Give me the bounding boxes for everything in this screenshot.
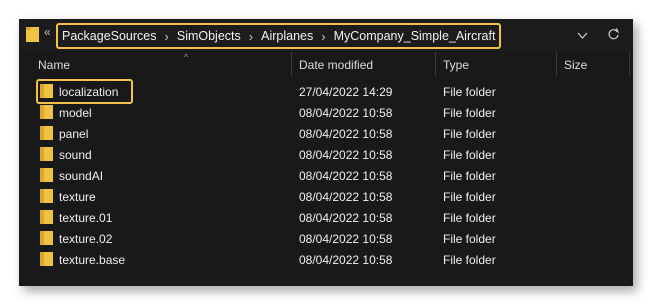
folder-icon bbox=[40, 210, 53, 224]
file-date-modified: 27/04/2022 14:29 bbox=[299, 85, 393, 99]
column-header-type[interactable]: Type bbox=[443, 58, 469, 72]
column-header-name[interactable]: Name bbox=[38, 58, 70, 72]
refresh-icon[interactable] bbox=[607, 28, 620, 41]
folder-icon bbox=[40, 231, 53, 245]
file-date-modified: 08/04/2022 10:58 bbox=[299, 232, 393, 246]
file-row[interactable]: texture.base 08/04/2022 10:58 File folder bbox=[19, 249, 633, 270]
file-type: File folder bbox=[443, 253, 496, 267]
breadcrumb-item-packagesources[interactable]: PackageSources bbox=[62, 29, 157, 43]
chevron-right-icon[interactable]: › bbox=[249, 29, 253, 44]
column-divider[interactable] bbox=[629, 52, 630, 76]
file-row[interactable]: sound 08/04/2022 10:58 File folder bbox=[19, 144, 633, 165]
file-type: File folder bbox=[443, 106, 496, 120]
chevron-right-icon[interactable]: › bbox=[165, 29, 169, 44]
file-date-modified: 08/04/2022 10:58 bbox=[299, 190, 393, 204]
file-row[interactable]: panel 08/04/2022 10:58 File folder bbox=[19, 123, 633, 144]
file-type: File folder bbox=[443, 211, 496, 225]
folder-icon bbox=[40, 189, 53, 203]
folder-icon bbox=[40, 105, 53, 119]
address-bar[interactable]: « PackageSources › SimObjects › Airplane… bbox=[19, 19, 633, 51]
folder-icon bbox=[40, 126, 53, 140]
file-date-modified: 08/04/2022 10:58 bbox=[299, 127, 393, 141]
file-row[interactable]: model 08/04/2022 10:58 File folder bbox=[19, 102, 633, 123]
breadcrumb-item-simobjects[interactable]: SimObjects bbox=[177, 29, 241, 43]
chevron-down-icon[interactable] bbox=[577, 32, 588, 40]
file-date-modified: 08/04/2022 10:58 bbox=[299, 106, 393, 120]
folder-icon bbox=[40, 84, 53, 98]
folder-icon bbox=[26, 27, 39, 42]
file-type: File folder bbox=[443, 127, 496, 141]
breadcrumb-item-mycompany-simple-aircraft[interactable]: MyCompany_Simple_Aircraft bbox=[334, 29, 496, 43]
file-name: texture bbox=[59, 190, 96, 204]
file-row[interactable]: soundAI 08/04/2022 10:58 File folder bbox=[19, 165, 633, 186]
file-name: sound bbox=[59, 148, 92, 162]
file-date-modified: 08/04/2022 10:58 bbox=[299, 169, 393, 183]
file-explorer-window: « PackageSources › SimObjects › Airplane… bbox=[19, 19, 633, 286]
column-divider[interactable] bbox=[291, 52, 292, 76]
column-divider[interactable] bbox=[556, 52, 557, 76]
file-type: File folder bbox=[443, 85, 496, 99]
column-header-date-modified[interactable]: Date modified bbox=[299, 58, 373, 72]
file-name: model bbox=[59, 106, 92, 120]
file-type: File folder bbox=[443, 169, 496, 183]
file-row[interactable]: texture 08/04/2022 10:58 File folder bbox=[19, 186, 633, 207]
file-type: File folder bbox=[443, 232, 496, 246]
folder-icon bbox=[40, 147, 53, 161]
file-row[interactable]: localization 27/04/2022 14:29 File folder bbox=[19, 81, 633, 102]
file-date-modified: 08/04/2022 10:58 bbox=[299, 211, 393, 225]
column-header-row: Name Date modified Type Size bbox=[19, 52, 633, 76]
file-name: texture.01 bbox=[59, 211, 113, 225]
folder-icon bbox=[40, 168, 53, 182]
file-date-modified: 08/04/2022 10:58 bbox=[299, 253, 393, 267]
column-header-size[interactable]: Size bbox=[564, 58, 587, 72]
file-name: texture.base bbox=[59, 253, 126, 267]
file-name: soundAI bbox=[59, 169, 104, 183]
chevron-right-icon[interactable]: › bbox=[321, 29, 325, 44]
column-divider[interactable] bbox=[435, 52, 436, 76]
file-type: File folder bbox=[443, 190, 496, 204]
file-row[interactable]: texture.02 08/04/2022 10:58 File folder bbox=[19, 228, 633, 249]
file-type: File folder bbox=[443, 148, 496, 162]
breadcrumb: PackageSources › SimObjects › Airplanes … bbox=[56, 23, 502, 49]
file-name: panel bbox=[59, 127, 89, 141]
folder-icon bbox=[40, 252, 53, 266]
file-row[interactable]: texture.01 08/04/2022 10:58 File folder bbox=[19, 207, 633, 228]
breadcrumb-item-airplanes[interactable]: Airplanes bbox=[261, 29, 313, 43]
breadcrumb-overflow-icon[interactable]: « bbox=[44, 25, 51, 39]
file-date-modified: 08/04/2022 10:58 bbox=[299, 148, 393, 162]
file-name: texture.02 bbox=[59, 232, 113, 246]
file-name: localization bbox=[59, 85, 119, 99]
